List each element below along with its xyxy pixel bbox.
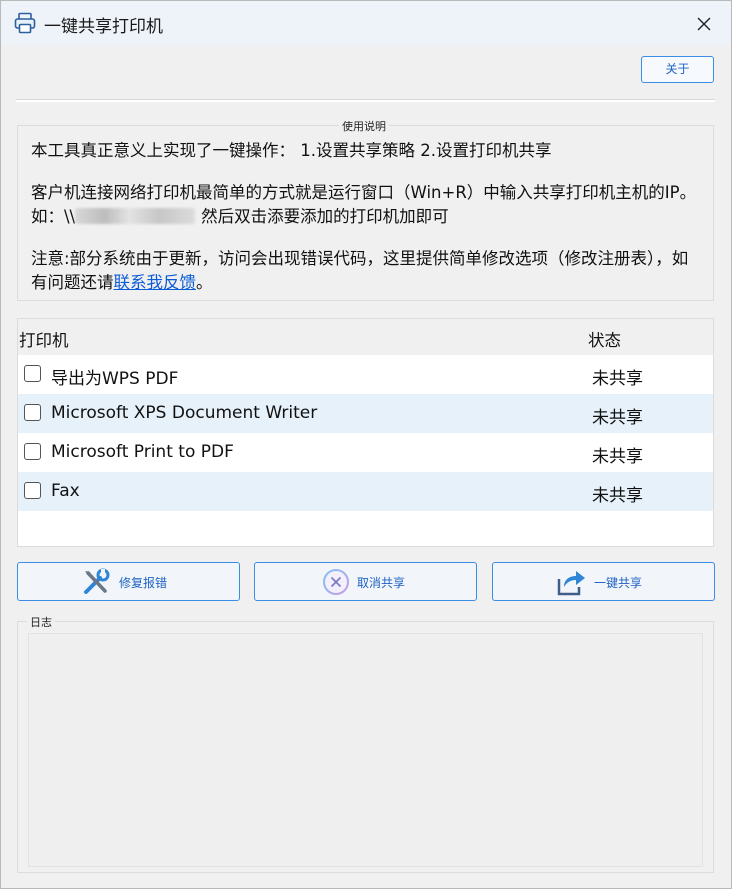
header-divider	[16, 99, 715, 102]
repair-button-label: 修复报错	[119, 576, 168, 590]
printer-row[interactable]: Fax 未共享	[18, 472, 713, 511]
title-bar: 一键共享打印机	[1, 1, 731, 45]
printer-name: Microsoft XPS Document Writer	[51, 403, 318, 423]
printer-status: 未共享	[592, 486, 643, 506]
one-click-share-button-label: 一键共享	[594, 576, 643, 590]
printer-status: 未共享	[592, 447, 643, 467]
printer-name: Microsoft Print to PDF	[51, 442, 234, 462]
instruction-line-2-end: 然后双击添要添加的打印机加即可	[201, 207, 449, 226]
instruction-line-2: 客户机连接网络打印机最简单的方式就是运行窗口（Win+R）中输入共享打印机主机的…	[31, 181, 701, 229]
printer-list-header: 打印机 状态	[18, 319, 713, 355]
printer-list: 打印机 状态 导出为WPS PDF 未共享 Microsoft XPS Docu…	[17, 318, 714, 547]
redacted-ip	[75, 208, 196, 224]
printer-status: 未共享	[592, 408, 643, 428]
printer-row[interactable]: Microsoft Print to PDF 未共享	[18, 433, 713, 472]
cancel-share-button-label: 取消共享	[357, 576, 406, 590]
printer-icon	[14, 12, 36, 34]
instructions-group-label: 使用说明	[339, 118, 389, 134]
printer-checkbox[interactable]	[24, 443, 41, 460]
repair-button[interactable]: 修复报错	[17, 562, 240, 601]
printer-checkbox[interactable]	[24, 365, 41, 382]
about-button[interactable]: 关于	[641, 56, 714, 83]
printer-name: Fax	[51, 481, 80, 501]
one-click-share-button[interactable]: 一键共享	[492, 562, 715, 601]
printer-checkbox[interactable]	[24, 482, 41, 499]
window-title: 一键共享打印机	[44, 17, 163, 37]
log-group-label: 日志	[27, 614, 55, 630]
instruction-line-1: 本工具真正意义上实现了一键操作： 1.设置共享策略 2.设置打印机共享	[31, 141, 552, 160]
printer-name: 导出为WPS PDF	[51, 369, 179, 389]
instruction-line-3: 注意:部分系统由于更新，访问会出现错误代码，这里提供简单修改选项（修改注册表），…	[31, 247, 701, 295]
printer-checkbox[interactable]	[24, 404, 41, 421]
printer-row[interactable]: 导出为WPS PDF 未共享	[18, 355, 713, 394]
printer-status: 未共享	[592, 369, 643, 389]
column-header-printer[interactable]: 打印机	[19, 327, 69, 351]
app-window: 一键共享打印机 关于 使用说明 本工具真正意义上实现了一键操作： 1.设置共享策…	[0, 0, 732, 889]
column-header-status[interactable]: 状态	[588, 327, 621, 351]
close-icon[interactable]	[689, 11, 719, 37]
printer-row[interactable]: Microsoft XPS Document Writer 未共享	[18, 394, 713, 433]
contact-feedback-link[interactable]: 联系我反馈	[114, 273, 197, 292]
cancel-share-button[interactable]: 取消共享	[254, 562, 477, 601]
share-arrow-icon	[557, 571, 585, 596]
tools-icon	[84, 568, 110, 594]
instruction-line-3-end: 。	[196, 273, 213, 292]
log-output[interactable]	[28, 633, 703, 867]
cancel-circle-icon	[323, 569, 349, 595]
